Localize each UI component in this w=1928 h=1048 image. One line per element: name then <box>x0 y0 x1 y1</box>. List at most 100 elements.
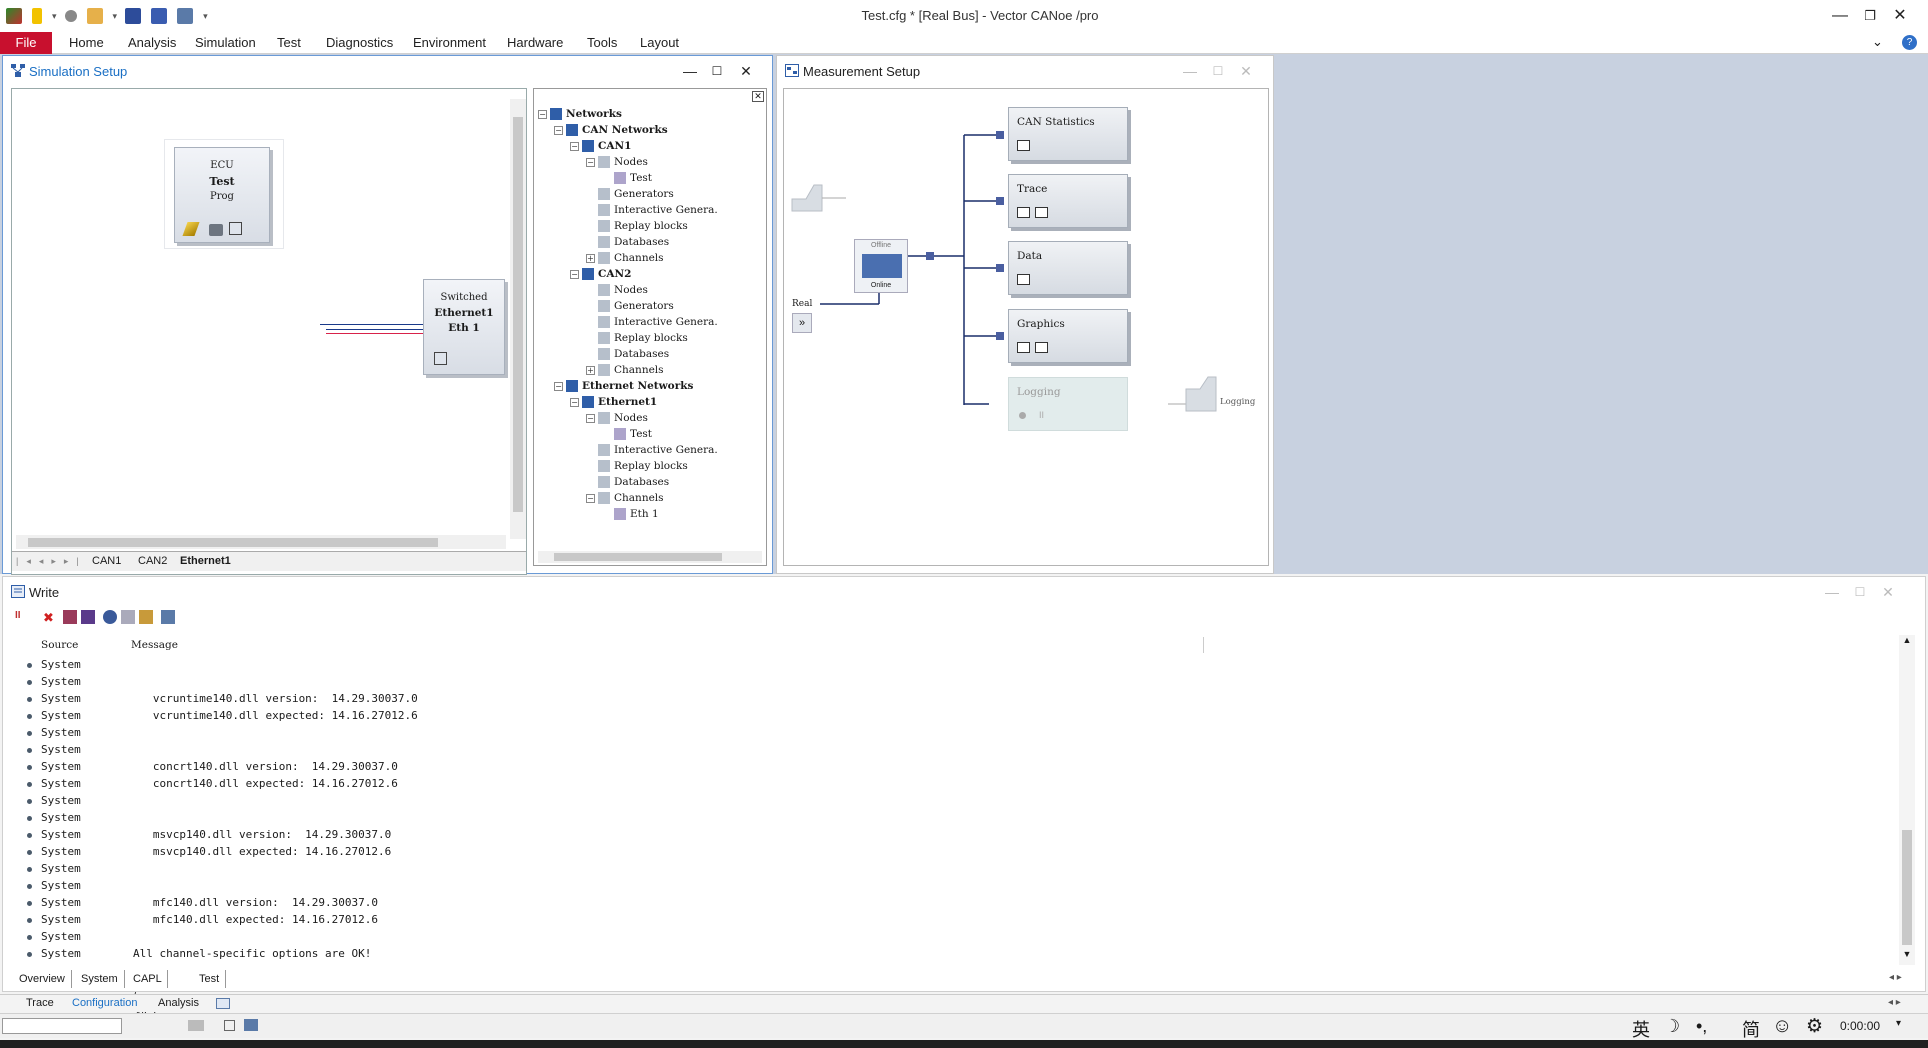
real-bus-source[interactable]: » <box>792 313 812 333</box>
write-row[interactable]: System <box>13 810 1893 827</box>
block-data[interactable]: Data <box>1008 241 1128 295</box>
emoji-icon[interactable]: ☺ <box>1772 1015 1792 1038</box>
moon-icon[interactable]: ☽ <box>1664 1016 1680 1037</box>
status-input[interactable] <box>2 1018 122 1034</box>
ime-simplified-icon[interactable]: 简 <box>1742 1016 1760 1042</box>
close-button[interactable]: ✕ <box>1875 582 1901 602</box>
desktop-tab-configuration[interactable]: Configuration <box>72 997 137 1009</box>
clear-all-icon[interactable] <box>63 610 77 624</box>
write-row[interactable]: System All channel-specific options are O… <box>13 946 1893 963</box>
simulation-canvas[interactable]: ECU Test Prog Switched Ethernet1 Eth 1 |… <box>11 88 527 575</box>
block-graphics[interactable]: Graphics <box>1008 309 1128 363</box>
column-message[interactable]: Message <box>131 639 178 651</box>
write-row[interactable]: System <box>13 725 1893 742</box>
column-source[interactable]: Source <box>41 639 78 651</box>
clear-icon[interactable]: ✖ <box>43 610 57 625</box>
scrollbar-thumb[interactable] <box>513 117 523 512</box>
statistics-icon[interactable] <box>1017 140 1030 151</box>
column-divider[interactable] <box>1203 637 1204 653</box>
desktop-tab-trace[interactable]: Trace <box>26 997 54 1009</box>
collapse-icon[interactable]: − <box>586 158 595 167</box>
menu-test[interactable]: Test <box>277 35 301 50</box>
menu-diagnostics[interactable]: Diagnostics <box>326 35 393 50</box>
node-config-icon[interactable] <box>229 222 242 235</box>
record-icon[interactable] <box>1019 412 1026 419</box>
scroll-down-icon[interactable]: ▼ <box>1899 949 1915 963</box>
measurement-canvas[interactable]: Real » Offline Online CAN Statistics Tra… <box>783 88 1269 566</box>
open-folder-icon[interactable] <box>86 8 103 24</box>
write-row[interactable]: System <box>13 861 1893 878</box>
close-button[interactable]: ✕ <box>1880 4 1920 28</box>
block-trace[interactable]: Trace <box>1008 174 1128 228</box>
find-icon[interactable] <box>103 610 117 624</box>
paste-icon[interactable] <box>121 610 135 624</box>
pencil-icon[interactable] <box>182 222 200 236</box>
write-row[interactable]: System <box>13 793 1893 810</box>
filter-icon[interactable] <box>1017 274 1030 285</box>
write-row[interactable]: System mfc140.dll expected: 14.16.27012.… <box>13 912 1893 929</box>
switch-node[interactable]: Switched Ethernet1 Eth 1 <box>423 279 505 375</box>
write-row[interactable]: System <box>13 929 1893 946</box>
menu-layout[interactable]: Layout <box>640 35 679 50</box>
write-row[interactable]: System vcruntime140.dll version: 14.29.3… <box>13 691 1893 708</box>
collapse-icon[interactable]: − <box>554 126 563 135</box>
offline-online-switch[interactable]: Offline Online <box>854 239 908 293</box>
menu-simulation[interactable]: Simulation <box>195 35 256 50</box>
pause-icon[interactable]: II <box>1039 410 1044 420</box>
gear-icon[interactable] <box>209 224 223 236</box>
save-as-icon[interactable] <box>151 8 168 24</box>
block-logging[interactable]: Logging II <box>1008 377 1128 431</box>
tab-overview[interactable]: Overview <box>13 970 72 988</box>
stop-icon[interactable] <box>64 10 77 22</box>
collapse-icon[interactable]: − <box>554 382 563 391</box>
write-row[interactable]: System concrt140.dll version: 14.29.3003… <box>13 759 1893 776</box>
chevron-down-icon[interactable]: ▾ <box>1896 1018 1901 1029</box>
filter-icon[interactable] <box>1017 342 1030 353</box>
tab-nav-arrows[interactable]: |◂◂▸▸| <box>16 556 87 567</box>
write-row[interactable]: System <box>13 674 1893 691</box>
expand-icon[interactable]: + <box>586 254 595 263</box>
menu-home[interactable]: Home <box>69 35 104 50</box>
tab-capl-net[interactable]: CAPL / .NET <box>127 970 169 1021</box>
ime-language-icon[interactable]: 英 <box>1632 1016 1650 1042</box>
block-can-statistics[interactable]: CAN Statistics <box>1008 107 1128 161</box>
punctuation-icon[interactable]: •, <box>1696 1016 1707 1037</box>
ecu-node[interactable]: ECU Test Prog <box>174 147 270 243</box>
write-row[interactable]: System msvcp140.dll version: 14.29.30037… <box>13 827 1893 844</box>
minimize-button[interactable]: — <box>677 61 703 81</box>
save-icon[interactable] <box>125 8 142 24</box>
collapse-icon[interactable]: − <box>586 494 595 503</box>
minimize-button[interactable]: — <box>1177 61 1203 81</box>
window-icon[interactable] <box>1035 342 1048 353</box>
menu-file[interactable]: File <box>0 32 52 54</box>
expand-icon[interactable]: + <box>586 366 595 375</box>
menu-tools[interactable]: Tools <box>587 35 617 50</box>
maximize-button[interactable]: ☐ <box>1205 61 1231 81</box>
vertical-scrollbar[interactable] <box>510 99 526 539</box>
tab-can2[interactable]: CAN2 <box>138 555 167 567</box>
write-row[interactable]: System vcruntime140.dll expected: 14.16.… <box>13 708 1893 725</box>
write-row[interactable]: System msvcp140.dll expected: 14.16.2701… <box>13 844 1893 861</box>
window-icon[interactable] <box>1035 207 1048 218</box>
desktop-tab-analysis[interactable]: Analysis <box>158 997 199 1009</box>
options-icon[interactable] <box>161 610 175 624</box>
scrollbar-thumb[interactable] <box>1902 830 1912 945</box>
tab-system[interactable]: System <box>75 970 125 988</box>
node-config-icon[interactable] <box>434 352 447 365</box>
write-message-list[interactable]: Source Message System System System vcrunt… <box>13 635 1899 965</box>
copy-icon[interactable] <box>81 610 95 624</box>
write-row[interactable]: System concrt140.dll expected: 14.16.270… <box>13 776 1893 793</box>
lightning-icon[interactable] <box>32 8 42 24</box>
collapse-icon[interactable]: − <box>538 110 547 119</box>
horizontal-scrollbar[interactable] <box>538 551 762 563</box>
write-row[interactable]: System <box>13 657 1893 674</box>
menu-hardware[interactable]: Hardware <box>507 35 563 50</box>
minimize-button[interactable]: — <box>1819 582 1845 602</box>
close-button[interactable]: ✕ <box>733 61 759 81</box>
menu-analysis[interactable]: Analysis <box>128 35 176 50</box>
write-row[interactable]: System <box>13 742 1893 759</box>
chevron-down-icon[interactable]: ⌄ <box>1872 34 1883 50</box>
help-icon[interactable]: ? <box>1902 35 1917 50</box>
dropdown-icon[interactable]: ▾ <box>113 11 118 22</box>
scrollbar-thumb[interactable] <box>28 538 438 547</box>
